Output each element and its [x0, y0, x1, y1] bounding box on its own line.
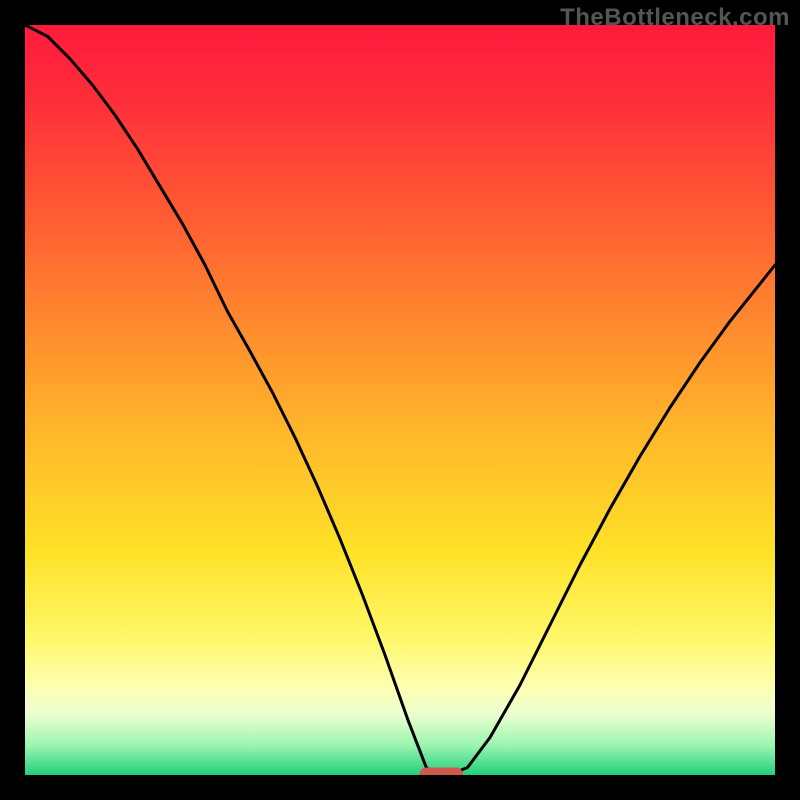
bottleneck-curve-plot: [25, 25, 775, 775]
plot-svg: [25, 25, 775, 775]
gradient-background: [25, 25, 775, 775]
watermark-text: TheBottleneck.com: [560, 4, 790, 32]
optimal-marker: [420, 768, 464, 776]
chart-frame: TheBottleneck.com: [0, 0, 800, 800]
